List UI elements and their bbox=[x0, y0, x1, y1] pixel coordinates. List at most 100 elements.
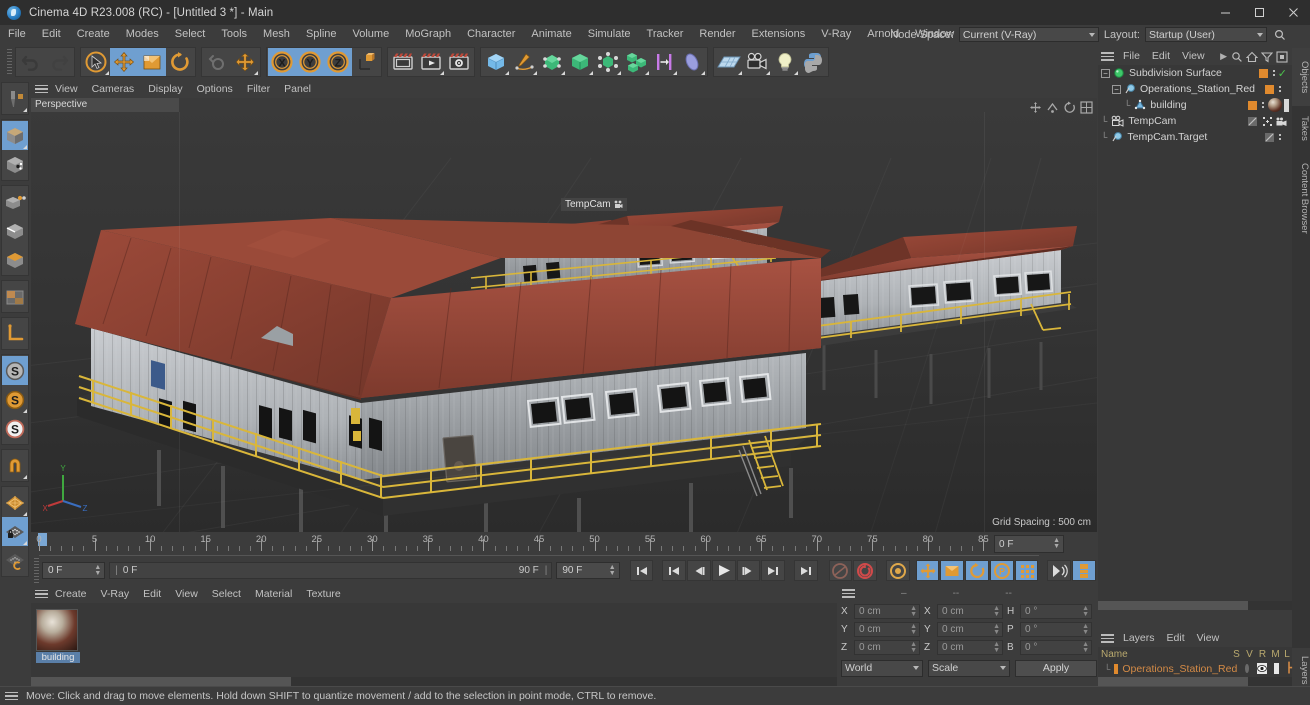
object-row-operations-station-red[interactable]: − Operations_Station_Red bbox=[1098, 81, 1292, 97]
spinner-icon[interactable]: ▲ ▼ bbox=[993, 605, 1000, 618]
object-layer-tag[interactable] bbox=[1265, 132, 1274, 142]
workplane-icon[interactable] bbox=[2, 488, 28, 517]
world-object-coord-icon[interactable] bbox=[352, 48, 380, 76]
apply-button[interactable]: Apply bbox=[1015, 659, 1097, 677]
layer-solo-toggle[interactable] bbox=[1245, 664, 1249, 673]
y-axis-lock-icon[interactable]: Y bbox=[296, 48, 324, 76]
object-row-subdivision-surface[interactable]: − Subdivision Surface ✓ bbox=[1098, 65, 1292, 81]
model-mode-icon[interactable] bbox=[2, 121, 28, 150]
object-layer-tag[interactable] bbox=[1258, 68, 1268, 78]
render-settings-icon[interactable] bbox=[445, 48, 473, 76]
material-menu-create[interactable]: Create bbox=[48, 585, 94, 603]
mograph-cloner-icon[interactable] bbox=[622, 48, 650, 76]
expand-toggle-icon[interactable]: − bbox=[1101, 68, 1110, 78]
rotation-p-field[interactable]: 0 ° ▲ ▼ bbox=[1020, 621, 1092, 637]
position-x-field[interactable]: 0 cm ▲ ▼ bbox=[854, 603, 920, 619]
object-layer-tag[interactable] bbox=[1248, 116, 1257, 126]
undo-view-icon[interactable] bbox=[203, 48, 231, 76]
cube-primitive-icon[interactable] bbox=[482, 48, 510, 76]
rail-tab-takes[interactable]: Takes bbox=[1292, 106, 1310, 150]
deformer-icon[interactable] bbox=[594, 48, 622, 76]
x-axis-lock-icon[interactable]: X bbox=[268, 48, 296, 76]
timeline-mode-icon[interactable] bbox=[1072, 560, 1096, 581]
edges-mode-icon[interactable] bbox=[2, 216, 28, 245]
spinner-icon[interactable]: ▲ ▼ bbox=[993, 641, 1000, 654]
layers-menu-layers[interactable]: Layers bbox=[1117, 630, 1161, 647]
object-manager-hamburger-icon[interactable] bbox=[1101, 52, 1114, 61]
workplane-rotate-icon[interactable] bbox=[2, 546, 28, 575]
object-menu-file[interactable]: File bbox=[1117, 48, 1146, 65]
points-mode-icon[interactable] bbox=[2, 187, 28, 216]
render-view-icon[interactable] bbox=[389, 48, 417, 76]
viewport-hamburger-icon[interactable] bbox=[35, 84, 48, 94]
uv-mode-icon[interactable] bbox=[2, 282, 28, 311]
end-frame-field[interactable]: 90 F ▲ ▼ bbox=[556, 562, 620, 579]
object-layer-tag[interactable] bbox=[1265, 84, 1274, 94]
pan-view-icon[interactable] bbox=[1029, 101, 1042, 114]
rotate-tool-icon[interactable] bbox=[166, 48, 194, 76]
object-visibility-dots[interactable] bbox=[1262, 102, 1264, 108]
layers-hscrollbar[interactable] bbox=[1098, 677, 1292, 686]
object-menu-more-icon[interactable]: ▶ bbox=[1220, 51, 1227, 62]
size-y-field[interactable]: 0 cm ▲ ▼ bbox=[937, 621, 1003, 637]
spline-pen-icon[interactable] bbox=[510, 48, 538, 76]
record-active-objects-icon[interactable] bbox=[828, 560, 853, 581]
texture-tag-icon[interactable] bbox=[1284, 98, 1289, 112]
object-row-tempcam[interactable]: └ TempCam bbox=[1098, 113, 1292, 129]
material-manager-hamburger-icon[interactable] bbox=[35, 589, 48, 599]
object-layer-tag[interactable] bbox=[1248, 100, 1257, 110]
floor-environment-icon[interactable] bbox=[715, 48, 743, 76]
scale-tool-icon[interactable] bbox=[138, 48, 166, 76]
menu-item-render[interactable]: Render bbox=[691, 25, 743, 44]
layer-render-toggle[interactable] bbox=[1273, 663, 1279, 674]
menu-item-character[interactable]: Character bbox=[459, 25, 523, 44]
step-forward-button[interactable] bbox=[736, 560, 761, 581]
timeline-ruler-panel[interactable]: 051015202530354045505560657075808590 0 F… bbox=[31, 532, 1064, 558]
point-level-animation-icon[interactable] bbox=[1014, 560, 1039, 581]
maximize-button[interactable] bbox=[1242, 0, 1276, 25]
snap-settings-icon[interactable]: S bbox=[2, 385, 28, 414]
material-menu-material[interactable]: Material bbox=[248, 585, 299, 603]
go-to-end-button[interactable] bbox=[793, 560, 818, 581]
menu-item-mesh[interactable]: Mesh bbox=[255, 25, 298, 44]
world-axis-icon[interactable] bbox=[231, 48, 259, 76]
spinner-icon[interactable]: ▲ ▼ bbox=[993, 623, 1000, 636]
layer-manager-toggle[interactable]: ┣ bbox=[1286, 663, 1292, 674]
menu-item-extensions[interactable]: Extensions bbox=[743, 25, 813, 44]
zoom-view-icon[interactable] bbox=[1046, 101, 1059, 114]
menu-item-vray[interactable]: V-Ray bbox=[813, 25, 859, 44]
scale-key-icon[interactable] bbox=[940, 560, 965, 581]
material-swatch-building[interactable] bbox=[36, 609, 78, 651]
live-selection-icon[interactable] bbox=[82, 48, 110, 76]
material-name-label[interactable]: building bbox=[36, 652, 80, 663]
menu-item-tracker[interactable]: Tracker bbox=[639, 25, 692, 44]
go-to-previous-key-button[interactable] bbox=[662, 560, 687, 581]
field-object-icon[interactable] bbox=[650, 48, 678, 76]
viewport-menu-display[interactable]: Display bbox=[141, 80, 189, 98]
menu-item-select[interactable]: Select bbox=[167, 25, 214, 44]
material-menu-texture[interactable]: Texture bbox=[299, 585, 347, 603]
preview-range-bar[interactable]: | 0 F 90 F | bbox=[109, 562, 553, 579]
texture-mode-icon[interactable] bbox=[2, 150, 28, 179]
viewport-menu-filter[interactable]: Filter bbox=[240, 80, 277, 98]
object-visibility-dots[interactable] bbox=[1279, 134, 1281, 140]
material-menu-view[interactable]: View bbox=[168, 585, 205, 603]
spinner-icon[interactable]: ▲ ▼ bbox=[1053, 537, 1060, 550]
object-fit-icon[interactable] bbox=[1276, 50, 1288, 63]
motion-system-icon[interactable] bbox=[1047, 560, 1072, 581]
object-enabled-check-icon[interactable]: ✓ bbox=[1278, 67, 1287, 80]
object-home-icon[interactable] bbox=[1246, 51, 1258, 63]
layers-row-operations-station-red[interactable]: └ Operations_Station_Red ┣ bbox=[1098, 661, 1292, 676]
search-icon[interactable] bbox=[1272, 25, 1288, 44]
viewport-menu-cameras[interactable]: Cameras bbox=[85, 80, 142, 98]
timeline-ruler[interactable]: 051015202530354045505560657075808590 bbox=[36, 534, 1044, 556]
menu-item-animate[interactable]: Animate bbox=[523, 25, 579, 44]
spinner-icon[interactable]: ▲ ▼ bbox=[94, 564, 101, 577]
menu-item-volume[interactable]: Volume bbox=[345, 25, 398, 44]
layer-color-swatch[interactable] bbox=[1114, 663, 1119, 674]
make-editable-icon[interactable] bbox=[2, 84, 28, 113]
material-manager-hscrollbar[interactable] bbox=[31, 677, 837, 686]
go-to-next-key-button[interactable] bbox=[761, 560, 786, 581]
material-tag-icon[interactable] bbox=[1268, 98, 1282, 112]
menu-item-edit[interactable]: Edit bbox=[34, 25, 69, 44]
